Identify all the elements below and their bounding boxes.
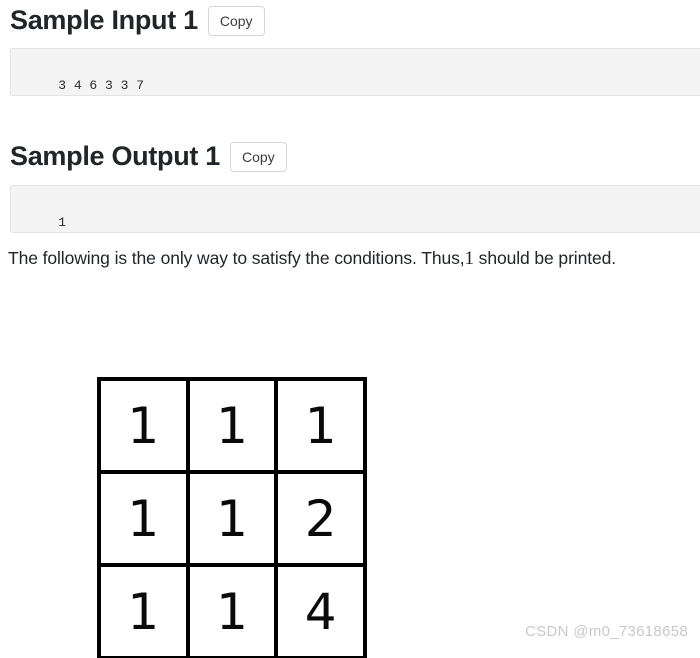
sample-output-title: Sample Output 1 xyxy=(10,141,221,172)
sample-input-header: Sample Input 1 Copy xyxy=(0,5,265,36)
grid-cell: 1 xyxy=(101,474,190,567)
sample-output-code-block[interactable]: 1 xyxy=(10,185,700,233)
sample-input-code-block[interactable]: 3 4 6 3 3 7 xyxy=(10,48,700,96)
copy-sample-output-button[interactable]: Copy xyxy=(230,142,287,172)
grid-cell: 1 xyxy=(101,567,190,658)
grid-cell: 1 xyxy=(189,381,279,474)
explanation-text-after: should be printed. xyxy=(478,248,617,268)
explanation-text: The following is the only way to satisfy… xyxy=(8,248,700,270)
grid-cell: 1 xyxy=(189,567,279,658)
grid-row: 1 1 2 xyxy=(101,474,368,567)
explanation-highlight-number: 1 xyxy=(464,248,475,269)
explanation-text-before: The following is the only way to satisfy… xyxy=(8,248,465,268)
page-root: Sample Input 1 Copy 3 4 6 3 3 7 Sample O… xyxy=(0,0,700,658)
sample-output-header: Sample Output 1 Copy xyxy=(0,141,287,172)
grid-row: 1 1 1 xyxy=(101,381,368,474)
grid-cell: 1 xyxy=(278,381,368,474)
copy-sample-input-button[interactable]: Copy xyxy=(207,6,265,36)
grid-cell: 1 xyxy=(189,474,279,567)
grid-cell: 2 xyxy=(278,474,368,567)
grid-cell: 1 xyxy=(101,381,190,474)
watermark: CSDN @m0_73618658 xyxy=(525,623,688,640)
grid-figure: 1 1 1 1 1 2 1 1 4 xyxy=(97,377,368,658)
sample-input-title: Sample Input 1 xyxy=(10,5,198,36)
grid-row: 1 1 4 xyxy=(101,567,368,658)
grid-cell: 4 xyxy=(278,567,368,658)
sample-input-content: 3 4 6 3 3 7 xyxy=(58,78,145,93)
sample-output-content: 1 xyxy=(58,215,67,230)
